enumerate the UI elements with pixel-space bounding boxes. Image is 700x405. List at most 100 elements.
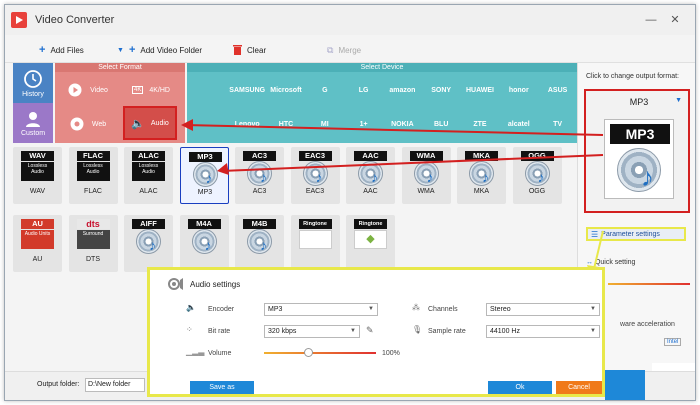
device-brand-g[interactable]: G: [305, 75, 344, 105]
add-video-folder-button[interactable]: ▼ + Add Video Folder: [117, 44, 202, 56]
device-brand-samsung[interactable]: SAMSUNG: [228, 75, 267, 105]
format-tile-aiff[interactable]: AIFF ♪: [124, 215, 173, 272]
quick-setting-label: ↔ Quick setting: [586, 259, 635, 266]
add-files-button[interactable]: + Add Files: [39, 44, 84, 56]
save-as-button[interactable]: Save as: [190, 381, 254, 394]
merge-label: Merge: [338, 45, 362, 55]
run-button[interactable]: [605, 370, 645, 400]
format-icon: M4B ♪: [239, 217, 280, 254]
bitrate-select[interactable]: 320 kbps ▼: [264, 325, 360, 338]
channels-select[interactable]: Stereo ▼: [486, 303, 600, 316]
music-note-icon: ♪: [371, 169, 378, 185]
encoder-select[interactable]: MP3 ▼: [264, 303, 378, 316]
device-brand-apple[interactable]: [189, 109, 228, 139]
format-tile-mka[interactable]: MKA ♪ MKA: [457, 147, 506, 204]
app-logo-icon: [11, 12, 27, 28]
history-button[interactable]: History: [13, 63, 53, 103]
device-brand-apple[interactable]: [189, 75, 228, 105]
output-format-hint: Click to change output format:: [586, 73, 679, 80]
category-4k-hd[interactable]: 4K 4K/HD: [121, 75, 181, 105]
sliders-icon: ☰: [591, 229, 599, 239]
format-tile-dts[interactable]: dts Surround DTS: [68, 215, 118, 272]
music-note-icon: ♪: [149, 237, 156, 253]
device-brand-htc[interactable]: HTC: [267, 109, 306, 139]
device-brand-amazon[interactable]: amazon: [383, 75, 422, 105]
format-tile-ringtone[interactable]: Ringtone: [290, 215, 340, 272]
format-badge: MP3: [188, 152, 222, 162]
format-caption: WMA: [417, 188, 435, 195]
device-brand-sony[interactable]: SONY: [422, 75, 461, 105]
category-web[interactable]: Web: [59, 109, 117, 139]
device-brand-label: ASUS: [547, 86, 568, 94]
music-note-icon: ♪: [260, 237, 267, 253]
merge-button[interactable]: ⧉ Merge: [327, 44, 361, 56]
volume-thumb[interactable]: [304, 348, 314, 357]
device-brand-label: amazon: [389, 86, 416, 94]
audio-settings-header: Audio settings: [166, 276, 240, 292]
device-brand-blu[interactable]: BLU: [422, 109, 461, 139]
format-caption: AAC: [363, 188, 378, 195]
quality-slider[interactable]: [608, 275, 690, 291]
edit-pencil-icon[interactable]: ✎: [366, 325, 374, 336]
device-brand-label: alcatel: [507, 120, 530, 128]
category-web-label: Web: [91, 120, 107, 128]
ok-button[interactable]: Ok: [488, 381, 552, 394]
device-brand-asus[interactable]: ASUS: [538, 75, 577, 105]
category-video[interactable]: Video: [59, 75, 117, 105]
device-brand-honor[interactable]: honor: [499, 75, 538, 105]
device-brand-nokia[interactable]: NOKIA: [383, 109, 422, 139]
format-tile-m4a[interactable]: M4A ♪: [179, 215, 229, 272]
device-brand-microsoft[interactable]: Microsoft: [267, 75, 306, 105]
device-brand-zte[interactable]: ZTE: [461, 109, 500, 139]
parameter-settings-button[interactable]: ☰ Parameter settings: [586, 227, 686, 241]
minimize-button[interactable]: —: [645, 14, 657, 26]
music-note-icon: ♪: [204, 237, 212, 253]
format-tile-wma[interactable]: WMA ♪ WMA: [401, 147, 451, 204]
output-format-selector[interactable]: MP3 ▼ MP3 ♪: [584, 89, 690, 213]
device-brand-lenovo[interactable]: Lenovo: [228, 109, 267, 139]
format-icon: MP3 ♪: [185, 150, 226, 187]
format-tile-alac[interactable]: ALAC Lossless Audio ALAC: [124, 147, 173, 204]
device-brand-mi[interactable]: MI: [305, 109, 344, 139]
format-badge: FLAC: [76, 151, 110, 161]
device-brand-label: MI: [320, 120, 329, 128]
music-note-icon: ♪: [482, 169, 489, 185]
device-brand-alcatel[interactable]: alcatel: [499, 109, 538, 139]
cancel-button[interactable]: Cancel: [556, 381, 602, 394]
device-brand-tv[interactable]: TV: [538, 109, 577, 139]
format-badge: WAV: [21, 151, 54, 161]
device-brand-1-[interactable]: 1+: [344, 109, 383, 139]
app-window: Video Converter — ✕ + Add Files ▼ + Add …: [4, 4, 696, 401]
mp3-format-icon: MP3 ♪: [604, 119, 674, 199]
format-tile-wav[interactable]: WAV Lossless Audio WAV: [13, 147, 62, 204]
format-tile-m4b[interactable]: M4B ♪: [235, 215, 284, 272]
hw-accel-label: ware acceleration: [620, 321, 675, 328]
device-brand-label: 1+: [359, 120, 368, 128]
device-brand-lg[interactable]: LG: [344, 75, 383, 105]
device-brand-huawei[interactable]: HUAWEI: [461, 75, 500, 105]
volume-slider[interactable]: [264, 348, 376, 358]
category-audio-label: Audio: [150, 119, 169, 127]
clear-button[interactable]: Clear: [233, 44, 266, 56]
custom-button[interactable]: Custom: [13, 103, 53, 143]
format-tile-mp3[interactable]: MP3 ♪ MP3: [179, 147, 229, 204]
format-icon: WMA ♪: [406, 149, 447, 186]
close-button[interactable]: ✕: [669, 14, 681, 26]
format-subtitle: Lossless Audio: [132, 162, 165, 181]
format-tile-aac[interactable]: AAC ♪ AAC: [346, 147, 395, 204]
merge-icon: ⧉: [327, 44, 334, 55]
format-tile-eac3[interactable]: EAC3 ♪ EAC3: [290, 147, 340, 204]
audio-settings-dialog: Audio settings 🔈 Encoder MP3 ▼ ⁂ Channels…: [147, 267, 605, 397]
samplerate-select[interactable]: 44100 Hz ▼: [486, 325, 600, 338]
format-tile-flac[interactable]: FLAC Lossless Audio FLAC: [68, 147, 118, 204]
format-tile-ac3[interactable]: AC3 ♪ AC3: [235, 147, 284, 204]
plus-icon: +: [39, 44, 46, 56]
format-tile-ringtone[interactable]: Ringtone ◆: [346, 215, 395, 272]
format-tile-au[interactable]: AU Audio Units AU: [13, 215, 62, 272]
category-audio[interactable]: 🔈 Audio: [123, 106, 177, 140]
custom-person-icon: [26, 111, 40, 127]
output-folder-input[interactable]: D:\New folder: [85, 378, 145, 392]
format-tile-ogg[interactable]: OGG ♪ OGG: [512, 147, 562, 204]
format-caption: WAV: [29, 188, 46, 195]
device-brand-label: LG: [358, 86, 369, 94]
